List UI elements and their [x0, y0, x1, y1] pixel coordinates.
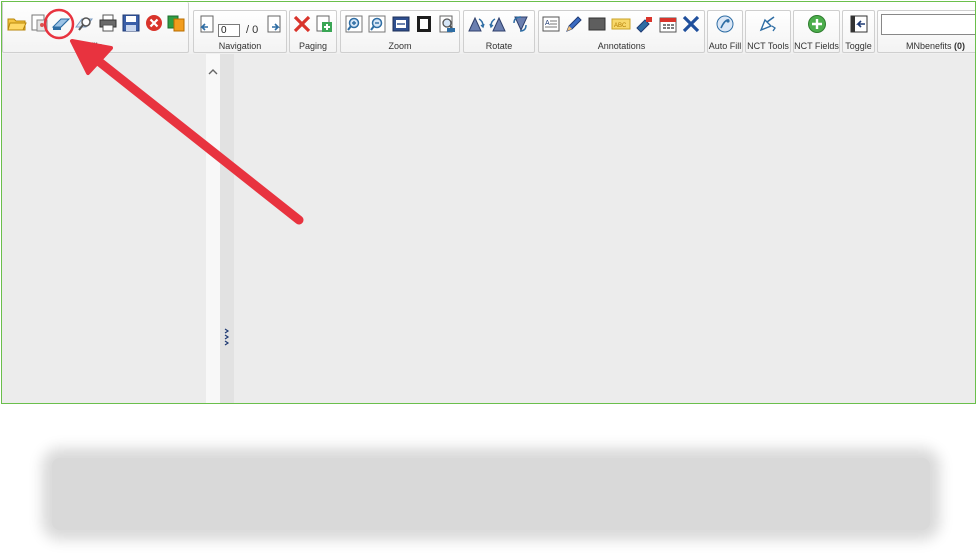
nct-tools-icon[interactable]: [758, 14, 778, 34]
paging-group-label: Paging: [298, 41, 328, 51]
navigation-group: / 0 Navigation: [193, 10, 287, 53]
print-icon[interactable]: [98, 13, 118, 33]
rectangle-annotation-icon[interactable]: [587, 14, 607, 34]
mnbenefits-label: MNbenefits (0): [878, 41, 975, 51]
nct-fields-group[interactable]: NCT Fields: [793, 10, 840, 53]
svg-text:A: A: [545, 20, 550, 27]
fit-page-icon[interactable]: [414, 14, 434, 34]
paging-group: Paging: [289, 10, 337, 53]
close-document-icon[interactable]: [144, 13, 164, 33]
auto-fill-icon[interactable]: [715, 14, 735, 34]
nct-fields-label: NCT Fields: [794, 41, 839, 51]
toggle-panel-icon[interactable]: [849, 14, 869, 34]
previous-page-icon[interactable]: [197, 14, 217, 34]
copy-pages-icon[interactable]: [166, 13, 186, 33]
pane-splitter[interactable]: [220, 54, 234, 403]
scroll-up-icon[interactable]: [208, 64, 218, 75]
nct-tools-group[interactable]: NCT Tools: [745, 10, 791, 53]
document-properties-icon[interactable]: [29, 13, 49, 33]
save-icon[interactable]: [121, 13, 141, 33]
auto-fill-label: Auto Fill: [708, 41, 742, 51]
nct-tools-label: NCT Tools: [747, 41, 789, 51]
navigation-group-label: Navigation: [218, 41, 262, 51]
rotate-left-icon[interactable]: [466, 14, 486, 34]
add-field-icon[interactable]: [807, 14, 827, 34]
mnbenefits-search-input[interactable]: [881, 14, 975, 35]
mnbenefits-count: (0): [954, 41, 965, 51]
mnbenefits-title: MNbenefits: [905, 41, 952, 51]
blurred-region: [52, 458, 930, 530]
toggle-label: Toggle: [845, 41, 872, 51]
zoom-out-icon[interactable]: [367, 14, 387, 34]
file-group-label: File: [88, 41, 103, 51]
viewer-window: File / 0 Navigation Paging: [1, 1, 976, 404]
highlight-annotation-icon[interactable]: ABC: [611, 14, 631, 34]
next-page-icon[interactable]: [264, 14, 284, 34]
delete-page-icon[interactable]: [292, 14, 312, 34]
actual-size-icon[interactable]: [437, 14, 457, 34]
annotations-group: A ABC Annotations: [538, 10, 705, 53]
annotations-group-label: Annotations: [597, 41, 646, 51]
delete-annotation-icon[interactable]: [681, 14, 701, 34]
mnbenefits-group: MNbenefits (0): [877, 10, 975, 53]
add-page-icon[interactable]: [314, 14, 334, 34]
toggle-group[interactable]: Toggle: [842, 10, 875, 53]
scan-document-icon[interactable]: [51, 13, 71, 33]
zoom-group-label: Zoom: [388, 41, 412, 51]
zoom-group: Zoom: [340, 10, 460, 53]
rotate-group: Rotate: [463, 10, 535, 53]
rotate-180-icon[interactable]: [511, 14, 531, 34]
page-total-label: / 0: [246, 24, 259, 36]
document-view: [234, 54, 975, 403]
pen-annotation-icon[interactable]: [564, 14, 584, 34]
open-folder-icon[interactable]: [7, 13, 27, 33]
file-group: File: [2, 2, 189, 53]
rotate-group-label: Rotate: [485, 41, 513, 51]
rotate-right-icon[interactable]: [488, 14, 508, 34]
page-number-input[interactable]: [218, 24, 240, 37]
svg-text:ABC: ABC: [614, 23, 627, 29]
redaction-calendar-icon[interactable]: [658, 14, 678, 34]
toolbar: File / 0 Navigation Paging: [2, 2, 975, 55]
stamp-annotation-icon[interactable]: [634, 14, 654, 34]
find-icon[interactable]: [74, 13, 94, 33]
fit-width-icon[interactable]: [391, 14, 411, 34]
thumbnail-scroll-track[interactable]: [206, 54, 220, 403]
zoom-in-icon[interactable]: [344, 14, 364, 34]
text-annotation-icon[interactable]: A: [541, 14, 561, 34]
splitter-grip-icon[interactable]: [224, 327, 230, 347]
thumbnail-pane: [2, 54, 206, 403]
auto-fill-group[interactable]: Auto Fill: [707, 10, 743, 53]
